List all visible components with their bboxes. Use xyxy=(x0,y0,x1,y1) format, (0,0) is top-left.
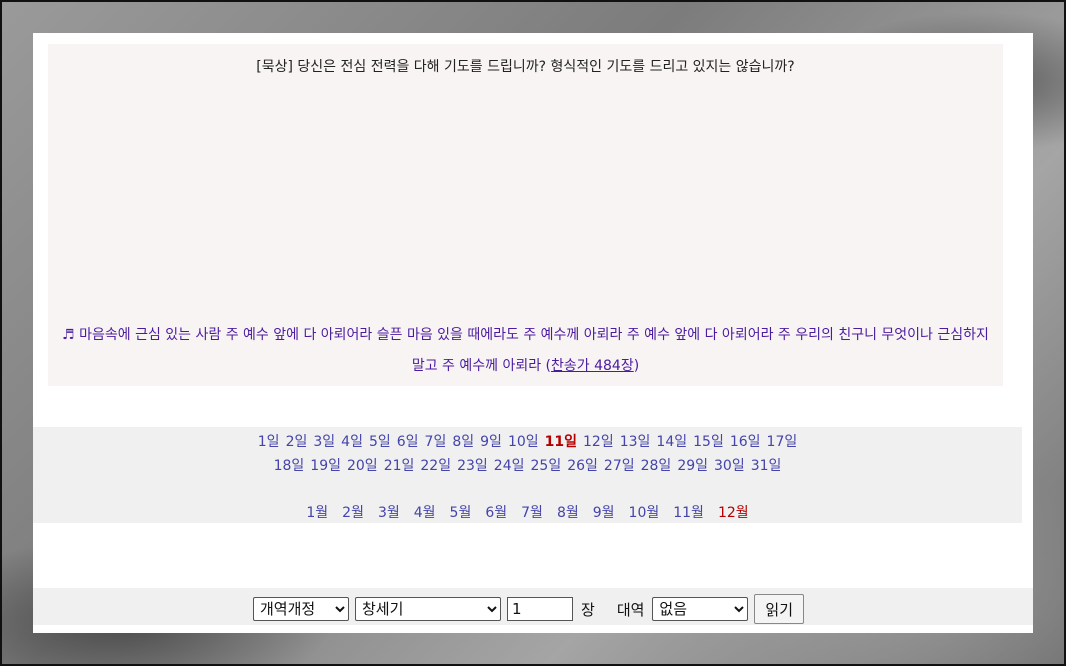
month-link[interactable]: 9월 xyxy=(593,505,615,521)
day-link[interactable]: 20일 xyxy=(347,458,378,474)
month-link[interactable]: 6월 xyxy=(485,505,507,521)
music-note-icon: ♬ xyxy=(62,327,75,343)
month-link[interactable]: 4월 xyxy=(414,505,436,521)
month-link[interactable]: 1월 xyxy=(306,505,328,521)
day-link[interactable]: 25일 xyxy=(531,458,562,474)
day-link[interactable]: 19일 xyxy=(310,458,341,474)
month-link[interactable]: 5월 xyxy=(450,505,472,521)
day-link[interactable]: 14일 xyxy=(656,434,687,450)
days-row-1: 1일 2일 3일 4일 5일 6일 7일 8일 9일 10일 11일 12일 13일 14일 15일 16일 1… xyxy=(33,431,1022,451)
month-link[interactable]: 8월 xyxy=(557,505,579,521)
months-row: 1월 2월 3월 4월 5월 6월 7월 8월 9월 10월 11월 12월 xyxy=(33,502,1022,522)
day-link[interactable]: 18일 xyxy=(274,458,305,474)
month-link[interactable]: 7월 xyxy=(521,505,543,521)
day-link[interactable]: 12일 xyxy=(583,434,614,450)
day-link[interactable]: 17일 xyxy=(767,434,798,450)
days-row-2: 18일 19일 20일 21일 22일 23일 24일 25일 26일 27일 28일 29일 30일 3… xyxy=(33,455,1022,475)
meditation-panel: [묵상] 당신은 전심 전력을 다해 기도를 드립니까? 형식적인 기도를 드리… xyxy=(48,44,1003,386)
month-link[interactable]: 3월 xyxy=(378,505,400,521)
day-link[interactable]: 1일 xyxy=(258,434,280,450)
day-link[interactable]: 7일 xyxy=(425,434,447,450)
bible-reader-bar: 개역개정 창세기 장 대역 없음 읽기 xyxy=(33,588,1033,625)
day-link[interactable]: 13일 xyxy=(620,434,651,450)
book-select[interactable]: 창세기 xyxy=(355,597,501,621)
chapter-input[interactable] xyxy=(507,597,573,621)
chapter-label: 장 xyxy=(581,600,595,619)
day-link[interactable]: 22일 xyxy=(420,458,451,474)
calendar-nav: 1일 2일 3일 4일 5일 6일 7일 8일 9일 10일 11일 12일 13일 14일 15일 16일 1… xyxy=(33,427,1022,523)
day-link[interactable]: 24일 xyxy=(494,458,525,474)
day-link[interactable]: 23일 xyxy=(457,458,488,474)
day-link[interactable]: 6일 xyxy=(397,434,419,450)
day-link[interactable]: 16일 xyxy=(730,434,761,450)
day-link[interactable]: 21일 xyxy=(384,458,415,474)
month-link[interactable]: 2월 xyxy=(342,505,364,521)
month-link[interactable]: 11월 xyxy=(673,505,704,521)
day-link[interactable]: 29일 xyxy=(677,458,708,474)
day-link[interactable]: 10일 xyxy=(508,434,539,450)
day-link[interactable]: 15일 xyxy=(693,434,724,450)
day-link[interactable]: 26일 xyxy=(567,458,598,474)
day-link[interactable]: 5일 xyxy=(369,434,391,450)
content-card: [묵상] 당신은 전심 전력을 다해 기도를 드립니까? 형식적인 기도를 드리… xyxy=(33,33,1033,633)
day-link[interactable]: 27일 xyxy=(604,458,635,474)
meditation-title: [묵상] 당신은 전심 전력을 다해 기도를 드립니까? 형식적인 기도를 드리… xyxy=(256,59,795,75)
day-link[interactable]: 9일 xyxy=(480,434,502,450)
month-link[interactable]: 10월 xyxy=(629,505,660,521)
hymn-lyrics: ♬ 마음속에 근심 있는 사람 주 예수 앞에 다 아뢰어라 슬픈 마음 있을 … xyxy=(62,327,989,374)
version-select[interactable]: 개역개정 xyxy=(253,597,349,621)
hymn-text: 마음속에 근심 있는 사람 주 예수 앞에 다 아뢰어라 슬픈 마음 있을 때에… xyxy=(79,327,989,374)
parallel-select[interactable]: 없음 xyxy=(652,597,749,621)
day-link[interactable]: 28일 xyxy=(641,458,672,474)
day-link[interactable]: 8일 xyxy=(452,434,474,450)
day-link[interactable]: 2일 xyxy=(286,434,308,450)
hymn-link[interactable]: 찬송가 484장 xyxy=(551,358,634,374)
read-button[interactable]: 읽기 xyxy=(754,594,805,624)
day-link[interactable]: 4일 xyxy=(341,434,363,450)
day-link[interactable]: 3일 xyxy=(313,434,335,450)
day-link[interactable]: 11일 xyxy=(545,434,577,450)
month-link[interactable]: 12월 xyxy=(718,505,749,521)
day-link[interactable]: 31일 xyxy=(751,458,782,474)
day-link[interactable]: 30일 xyxy=(714,458,745,474)
parallel-label: 대역 xyxy=(616,600,645,619)
